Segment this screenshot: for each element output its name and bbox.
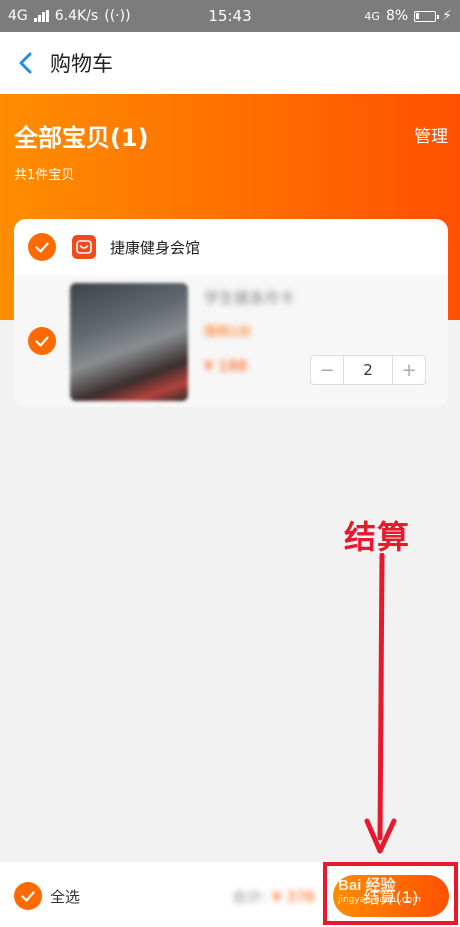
shop-name[interactable]: 捷康健身会馆 [110,237,200,258]
hotspot-icon: ((·)) [104,8,131,24]
cart-card: 捷康健身会馆 学生健身月卡 限购1份 ¥ 188 − 2 + [14,219,448,407]
shop-checkbox[interactable] [28,233,56,261]
battery-icon [414,10,440,22]
chevron-left-icon [19,52,32,74]
quantity-stepper: − 2 + [310,355,426,385]
select-all-check[interactable] [14,882,42,910]
charging-icon: ⚡ [442,8,452,24]
back-button[interactable] [0,32,50,94]
network-speed: 6.4K/s [54,8,99,24]
manage-button[interactable]: 管理 [414,122,448,147]
status-time: 15:43 [208,7,252,25]
annotation-label: 结算 [344,518,411,556]
select-all-label: 全选 [50,887,81,906]
item-name[interactable]: 学生健身月卡 [204,287,294,308]
item-price: ¥ 188 [204,357,247,375]
item-checkbox[interactable] [28,327,56,355]
status-right: 4G 8% ⚡ [364,8,452,24]
arrow-down-icon [364,553,397,854]
checkmark-icon [35,241,49,253]
checkmark-icon [21,890,35,902]
watermark: Bai 经验 jingyan.baidu.com [338,874,448,918]
banner-subtitle: 共1件宝贝 [14,168,75,183]
checkmark-icon [35,335,49,347]
total-price: ¥ 376 [271,888,315,906]
status-bar: 4G 6.4K/s ((·)) 15:43 4G 8% ⚡ [0,0,460,32]
item-thumbnail[interactable] [70,283,188,401]
signal-icon [33,10,49,22]
quantity-value[interactable]: 2 [343,356,393,384]
nav-header: 购物车 [0,32,460,94]
watermark-line1: Bai 经验 [338,877,396,894]
watermark-line2: jingyan.baidu.com [338,895,422,905]
banner-title: 全部宝贝(1) [14,124,149,152]
shop-logo-icon [72,235,96,259]
total-amount: 合计: ¥ 376 [232,886,315,907]
network-label-right: 4G [364,9,380,23]
battery-percent: 8% [385,8,409,24]
page-title: 购物车 [50,52,113,76]
increase-button[interactable]: + [393,356,425,384]
total-label: 合计: [232,888,268,906]
select-all-checkbox[interactable]: 全选 [14,882,80,910]
decrease-button[interactable]: − [311,356,343,384]
item-tag: 限购1份 [204,325,252,340]
status-left: 4G 6.4K/s ((·)) [8,8,131,24]
network-label: 4G [8,8,28,24]
shop-row: 捷康健身会馆 [14,219,448,275]
cart-item[interactable]: 学生健身月卡 限购1份 ¥ 188 − 2 + [14,275,448,407]
